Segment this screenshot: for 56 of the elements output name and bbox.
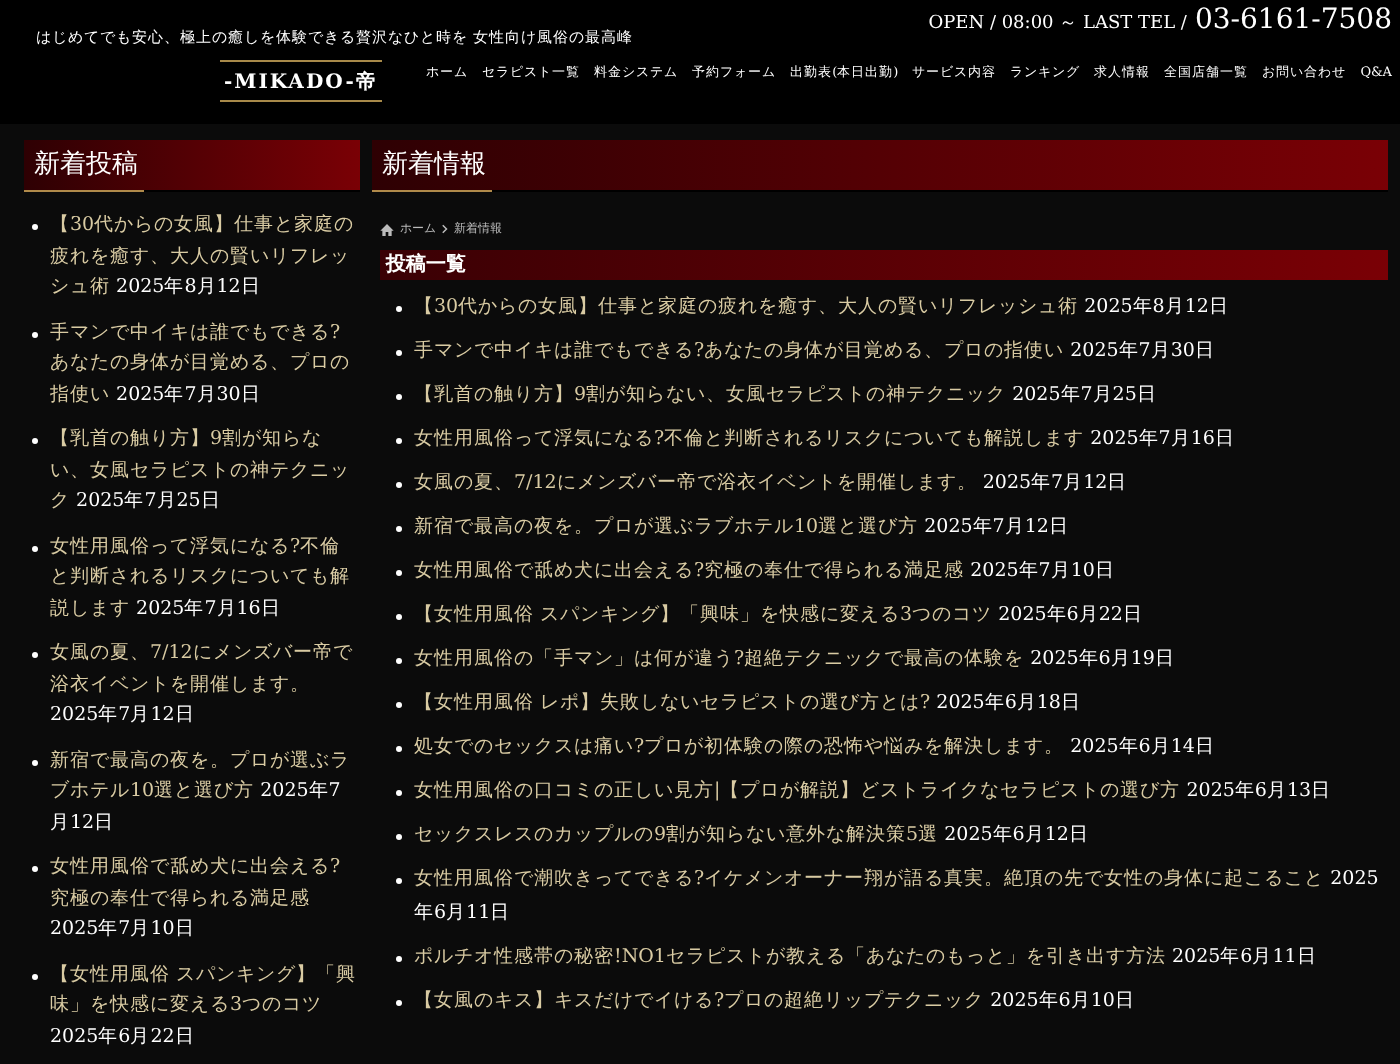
post-link[interactable]: 【女性用風俗 スパンキング】「興味」を快感に変える3つのコツ 2025年6月22日: [50, 959, 360, 1052]
bullet-icon: [32, 545, 38, 551]
post-link[interactable]: 女性用風俗の口コミの正しい見方|【プロが解説】どストライクなセラピストの選び方 2025年6月13日: [414, 774, 1332, 808]
post-link[interactable]: 女風の夏、7/12にメンズバー帝で浴衣イベントを開催します。 2025年7月12日: [414, 466, 1128, 500]
bullet-icon: [396, 878, 402, 884]
post-link[interactable]: セックスレスのカップルの9割が知らない意外な解決策5選 2025年6月12日: [414, 818, 1089, 852]
bullet-icon: [396, 614, 402, 620]
bullet-icon: [32, 866, 38, 872]
bullet-icon: [32, 224, 38, 230]
post-link[interactable]: 女性用風俗で潮吹きってできる?イケメンオーナー翔が語る真実。絶頂の先で女性の身体に起こること 2025年6月11日: [414, 862, 1388, 930]
post-link[interactable]: 【女性用風俗 レポ】失敗しないセラピストの選び方とは? 2025年6月18日: [414, 686, 1081, 720]
bullet-icon: [396, 350, 402, 356]
bullet-icon: [396, 702, 402, 708]
business-hours: OPEN / 08:00 ～ LAST TEL /: [928, 12, 1187, 36]
bullet-icon: [396, 790, 402, 796]
post-link[interactable]: 女性用風俗で舐め犬に出会える?究極の奉仕で得られる満足感 2025年7月10日: [414, 554, 1115, 588]
post-link[interactable]: ポルチオ性感帯の秘密!NO1セラピストが教える「あなたのもっと」を引き出す方法 2025年6月11日: [414, 940, 1317, 974]
bullet-icon: [396, 482, 402, 488]
bullet-icon: [396, 746, 402, 752]
bullet-icon: [396, 1000, 402, 1006]
bullet-icon: [396, 658, 402, 664]
post-link[interactable]: 【30代からの女風】仕事と家庭の疲れを癒す、大人の賢いリフレッシュ術 2025年8月12日: [414, 290, 1229, 324]
bullet-icon: [396, 438, 402, 444]
post-link[interactable]: 女性用風俗で舐め犬に出会える?究極の奉仕で得られる満足感 2025年7月10日: [50, 852, 360, 945]
bullet-icon: [396, 394, 402, 400]
post-link[interactable]: 女性用風俗って浮気になる?不倫と判断されるリスクについても解説します 2025年7月16日: [414, 422, 1235, 456]
site-logo[interactable]: -MIKADO-帝: [220, 60, 382, 102]
post-link[interactable]: 処女でのセックスは痛い?プロが初体験の際の恐怖や悩みを解決します。 2025年6月14日: [414, 730, 1215, 764]
post-link[interactable]: 手マンで中イキは誰でもできる?あなたの身体が目覚める、プロの指使い 2025年7月30日: [414, 334, 1215, 368]
post-link[interactable]: 女性用風俗って浮気になる?不倫と判断されるリスクについても解説します 2025年7月16日: [50, 531, 360, 624]
phone-link[interactable]: 03-6161-7508: [1194, 4, 1392, 36]
post-link[interactable]: 女性用風俗の「手マン」は何が違う?超絶テクニックで最高の体験を 2025年6月19日: [414, 642, 1175, 676]
bullet-icon: [396, 526, 402, 532]
bullet-icon: [396, 306, 402, 312]
home-icon: [380, 223, 394, 235]
bullet-icon: [32, 973, 38, 979]
section-heading: 投稿一覧: [380, 250, 1388, 280]
page-heading: 新着情報: [372, 140, 1388, 192]
post-link[interactable]: 手マンで中イキは誰でもできる?あなたの身体が目覚める、プロの指使い 2025年7月30日: [50, 317, 360, 410]
post-link[interactable]: 【30代からの女風】仕事と家庭の疲れを癒す、大人の賢いリフレッシュ術 2025年8月12日: [50, 210, 360, 303]
bullet-icon: [396, 956, 402, 962]
bullet-icon: [32, 438, 38, 444]
post-link[interactable]: 【女風のキス】キスだけでイける?プロの超絶リップテクニック 2025年6月10日: [414, 984, 1135, 1018]
bullet-icon: [32, 759, 38, 765]
post-link[interactable]: 【乳首の触り方】9割が知らない、女風セラピストの神テクニック 2025年7月25日: [414, 378, 1157, 412]
bullet-icon: [396, 834, 402, 840]
post-link[interactable]: 新宿で最高の夜を。プロが選ぶラブホテル10選と選び方 2025年7月12日: [50, 745, 360, 838]
post-link[interactable]: 【乳首の触り方】9割が知らない、女風セラピストの神テクニック 2025年7月25日: [50, 424, 360, 517]
chevron-icon: [442, 224, 448, 234]
bullet-icon: [32, 652, 38, 658]
post-link[interactable]: 新宿で最高の夜を。プロが選ぶラブホテル10選と選び方 2025年7月12日: [414, 510, 1069, 544]
sidebar-heading: 新着投稿: [24, 140, 360, 192]
post-link[interactable]: 【女性用風俗 スパンキング】「興味」を快感に変える3つのコツ 2025年6月22日: [414, 598, 1143, 632]
post-link[interactable]: 女風の夏、7/12にメンズバー帝で浴衣イベントを開催します。 2025年7月12日: [50, 638, 360, 731]
bullet-icon: [32, 331, 38, 337]
bullet-icon: [396, 570, 402, 576]
